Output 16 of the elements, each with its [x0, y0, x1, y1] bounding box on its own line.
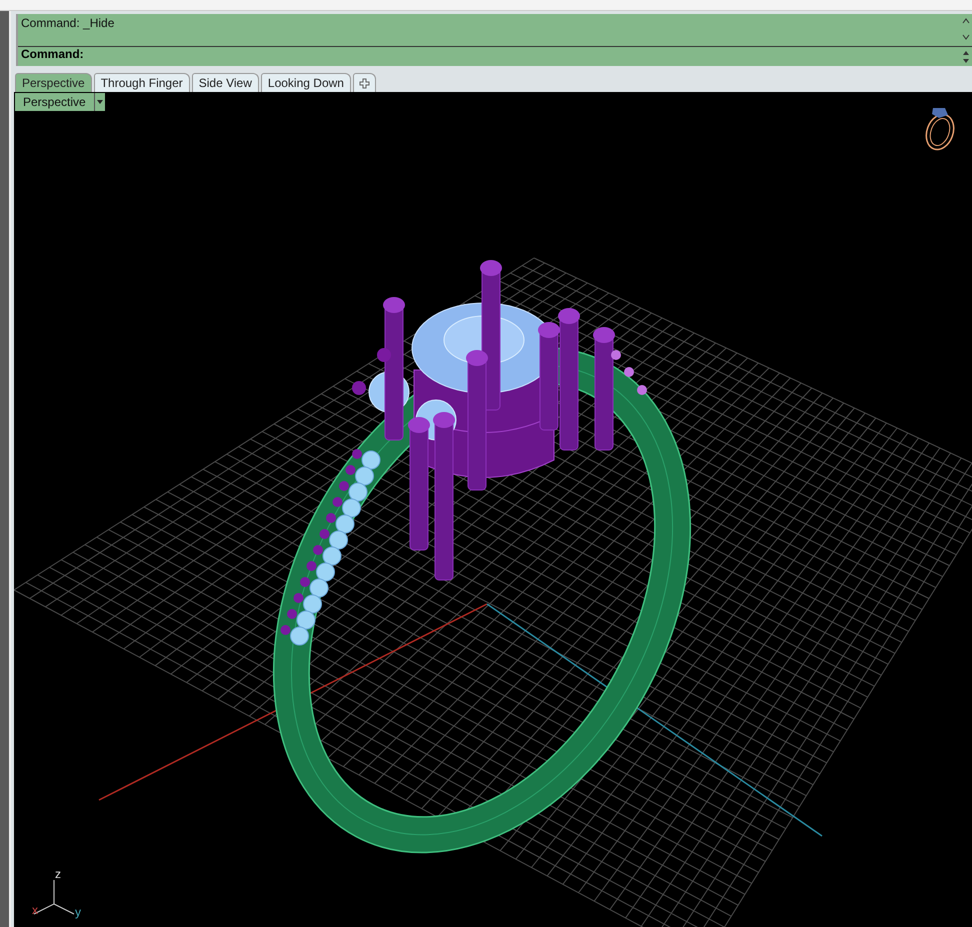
- axis-lines-icon: [34, 880, 74, 914]
- axis-label: y: [75, 905, 81, 919]
- ring-icon[interactable]: [926, 108, 954, 150]
- command-history-line: Command: _Hide: [21, 15, 116, 31]
- plus-icon: [358, 78, 370, 88]
- viewport-tab[interactable]: Perspective: [15, 73, 92, 92]
- viewport-title[interactable]: Perspective: [15, 93, 94, 111]
- axis-label: z: [55, 867, 61, 881]
- viewport-tab[interactable]: Looking Down: [260, 73, 351, 92]
- add-tab-button[interactable]: [352, 73, 376, 92]
- viewport-tab[interactable]: Side View: [192, 73, 259, 92]
- spin-arrows-icon[interactable]: [962, 48, 972, 64]
- command-prompt-label: Command:: [20, 47, 85, 63]
- viewport-tab[interactable]: Through Finger: [94, 73, 190, 92]
- caret-icon[interactable]: [94, 93, 105, 111]
- axis-label: x: [32, 903, 38, 917]
